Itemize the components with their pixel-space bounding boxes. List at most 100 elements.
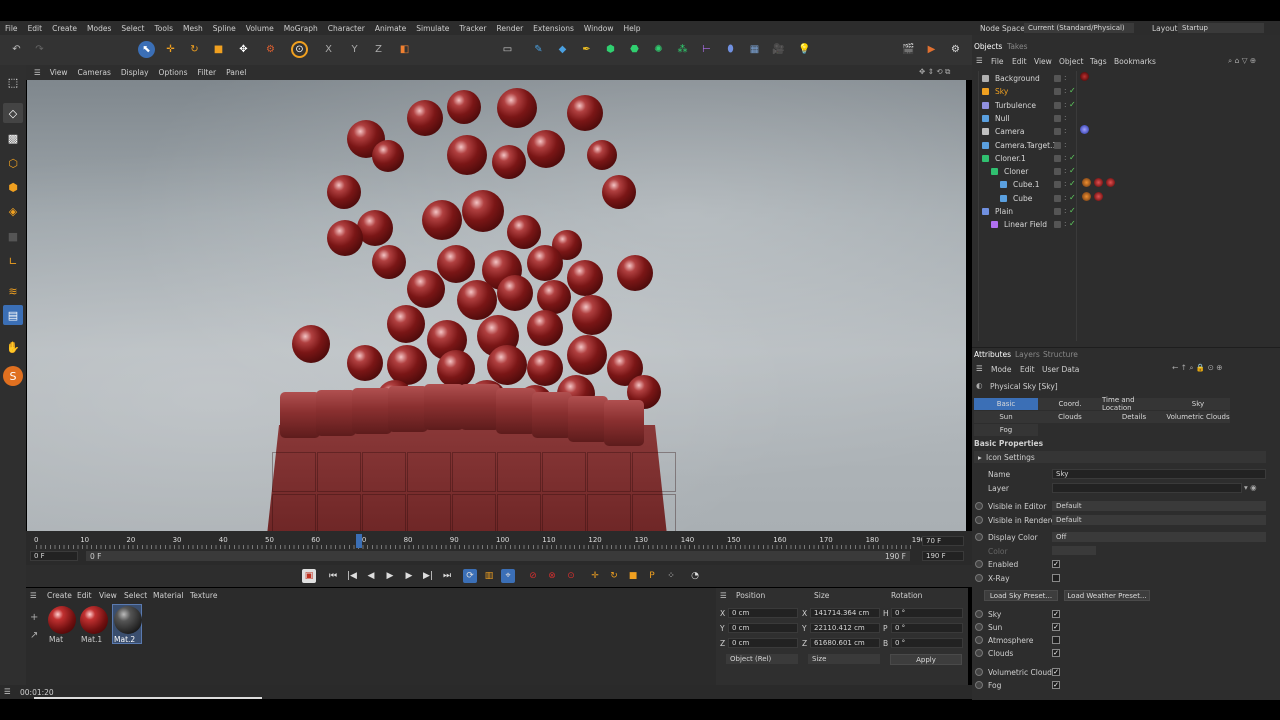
attr-subtab[interactable]: Coord. — [1038, 398, 1102, 410]
layer-swatch[interactable] — [1054, 221, 1061, 229]
previous-frame-icon[interactable]: ◀ — [364, 569, 378, 583]
attr-subtab[interactable]: Fog — [974, 424, 1038, 436]
menu-extensions[interactable]: Extensions — [528, 24, 579, 33]
points-mode-icon[interactable]: ⬡ — [3, 153, 23, 173]
menu-volume[interactable]: Volume — [241, 24, 279, 33]
enabled-check-icon[interactable]: ✓ — [1069, 86, 1076, 95]
viewport-menu-view[interactable]: View — [45, 68, 73, 77]
keyframe-radio[interactable] — [975, 649, 983, 657]
hamburger-icon[interactable]: ☰ — [4, 687, 11, 696]
floor-icon[interactable]: ▦ — [746, 41, 763, 58]
hamburger-icon[interactable]: ☰ — [30, 68, 45, 77]
render-to-picture-viewer-icon[interactable]: ▶ — [923, 41, 940, 58]
layer-swatch[interactable] — [1054, 154, 1061, 162]
layer-swatch[interactable] — [1054, 168, 1061, 176]
mat-menu-select[interactable]: Select — [124, 591, 147, 600]
tab-takes[interactable]: Takes — [1007, 42, 1028, 51]
mograph-tag-icon[interactable] — [1082, 192, 1091, 201]
obj-search-icons[interactable]: ⌕ ⌂ ▽ ⊕ — [1228, 56, 1256, 66]
polygons-mode-icon[interactable]: ◈ — [3, 201, 23, 221]
enabled-check-icon[interactable]: ✓ — [1069, 100, 1076, 109]
rotation-field[interactable]: 0 ° — [891, 623, 963, 633]
transform-icon[interactable]: ✥ — [235, 41, 252, 58]
xray-checkbox[interactable] — [1052, 574, 1060, 582]
layer-swatch[interactable] — [1054, 88, 1061, 96]
layer-swatch[interactable] — [1054, 101, 1061, 109]
attr-menu-edit[interactable]: Edit — [1020, 365, 1035, 374]
enabled-check-icon[interactable]: ✓ — [1069, 193, 1076, 202]
load-sky-preset-button[interactable]: Load Sky Preset... — [984, 590, 1058, 601]
object-name[interactable]: Cube — [1013, 194, 1032, 203]
toggle-checkbox[interactable]: ✓ — [1052, 668, 1060, 676]
layer-swatch[interactable] — [1054, 141, 1061, 149]
menu-window[interactable]: Window — [579, 24, 619, 33]
mat-menu-create[interactable]: Create — [47, 591, 72, 600]
obj-menu-tags[interactable]: Tags — [1090, 57, 1107, 66]
enabled-check-icon[interactable]: ✓ — [1069, 166, 1076, 175]
camera-target-tag-icon[interactable] — [1080, 125, 1089, 134]
object-name[interactable]: Null — [995, 114, 1010, 123]
obj-menu-object[interactable]: Object — [1059, 57, 1083, 66]
hamburger-icon[interactable]: ☰ — [30, 591, 37, 600]
visibility-dots-icon[interactable]: : — [1064, 113, 1067, 122]
mat-menu-view[interactable]: View — [99, 591, 117, 600]
visible-renderer-select[interactable]: Default — [1052, 515, 1266, 525]
attr-subtab[interactable]: Basic — [974, 398, 1038, 410]
menu-mesh[interactable]: Mesh — [178, 24, 208, 33]
y-axis-icon[interactable]: Y — [346, 41, 363, 58]
layer-swatch[interactable] — [1054, 194, 1061, 202]
x-axis-icon[interactable]: X — [320, 41, 337, 58]
make-editable-icon[interactable]: ⬚ — [3, 72, 23, 92]
hamburger-icon[interactable]: ☰ — [976, 56, 983, 65]
deformer-icon[interactable]: ⬮ — [722, 41, 739, 58]
object-name[interactable]: Camera.Target.1 — [995, 141, 1057, 150]
keyframe-radio[interactable] — [975, 610, 983, 618]
size-mode-select[interactable]: Size — [808, 654, 880, 664]
next-frame-icon[interactable]: ▶ — [402, 569, 416, 583]
object-name[interactable]: Sky — [995, 87, 1008, 96]
redo-icon[interactable]: ↷ — [31, 41, 48, 58]
icon-settings-group[interactable]: ▸ Icon Settings — [974, 451, 1266, 463]
toggle-checkbox[interactable]: ✓ — [1052, 610, 1060, 618]
world-axis-icon[interactable]: ⊙ — [291, 41, 308, 58]
tab-objects[interactable]: Objects — [974, 42, 1002, 51]
toggle-checkbox[interactable] — [1052, 636, 1060, 644]
menu-tracker[interactable]: Tracker — [454, 24, 491, 33]
keyframe-radio[interactable] — [975, 533, 983, 541]
keyframe-mode-icon[interactable]: ▥ — [482, 569, 496, 583]
timeline[interactable]: 0102030405060708090100110120130140150160… — [26, 531, 972, 565]
mat-menu-material[interactable]: Material — [153, 591, 183, 600]
edges-mode-icon[interactable]: ⬢ — [3, 177, 23, 197]
cube-icon[interactable]: ◆ — [554, 41, 571, 58]
menu-simulate[interactable]: Simulate — [411, 24, 454, 33]
keyframe-radio[interactable] — [975, 668, 983, 676]
axis-mode-icon[interactable]: ∟ — [3, 251, 23, 271]
menu-render[interactable]: Render — [491, 24, 528, 33]
tab-attributes[interactable]: Attributes — [974, 350, 1011, 359]
material-tag-icon[interactable] — [1094, 192, 1103, 201]
object-name[interactable]: Linear Field — [1004, 220, 1047, 229]
viewport-menu-filter[interactable]: Filter — [193, 68, 222, 77]
menu-modes[interactable]: Modes — [82, 24, 116, 33]
previous-key-icon[interactable]: |◀ — [345, 569, 359, 583]
scale-track-icon[interactable]: ■ — [626, 569, 640, 583]
mograph-tag-icon[interactable] — [1082, 178, 1091, 187]
model-mode-icon[interactable]: ◇ — [3, 103, 23, 123]
attr-subtab[interactable]: Details — [1102, 411, 1166, 423]
hamburger-icon[interactable]: ☰ — [720, 591, 727, 600]
enabled-check-icon[interactable]: ✓ — [1069, 179, 1076, 188]
snap-icon[interactable]: ⚙ — [262, 41, 279, 58]
light-icon[interactable]: 💡 — [796, 41, 813, 58]
script-icon[interactable]: S — [3, 366, 23, 386]
mograph-icon[interactable]: ⁂ — [674, 41, 691, 58]
layer-link-icon[interactable]: ▾ ◉ — [1244, 483, 1257, 492]
menu-character[interactable]: Character — [323, 24, 370, 33]
apply-button[interactable]: Apply — [890, 654, 962, 665]
keyframe-radio[interactable] — [975, 636, 983, 644]
go-to-end-icon[interactable]: ⏭ — [440, 569, 454, 583]
keyframe-radio[interactable] — [975, 623, 983, 631]
position-field[interactable]: 0 cm — [728, 623, 798, 633]
toggle-checkbox[interactable]: ✓ — [1052, 649, 1060, 657]
object-name[interactable]: Camera — [995, 127, 1024, 136]
material-tag-icon[interactable] — [1106, 178, 1115, 187]
